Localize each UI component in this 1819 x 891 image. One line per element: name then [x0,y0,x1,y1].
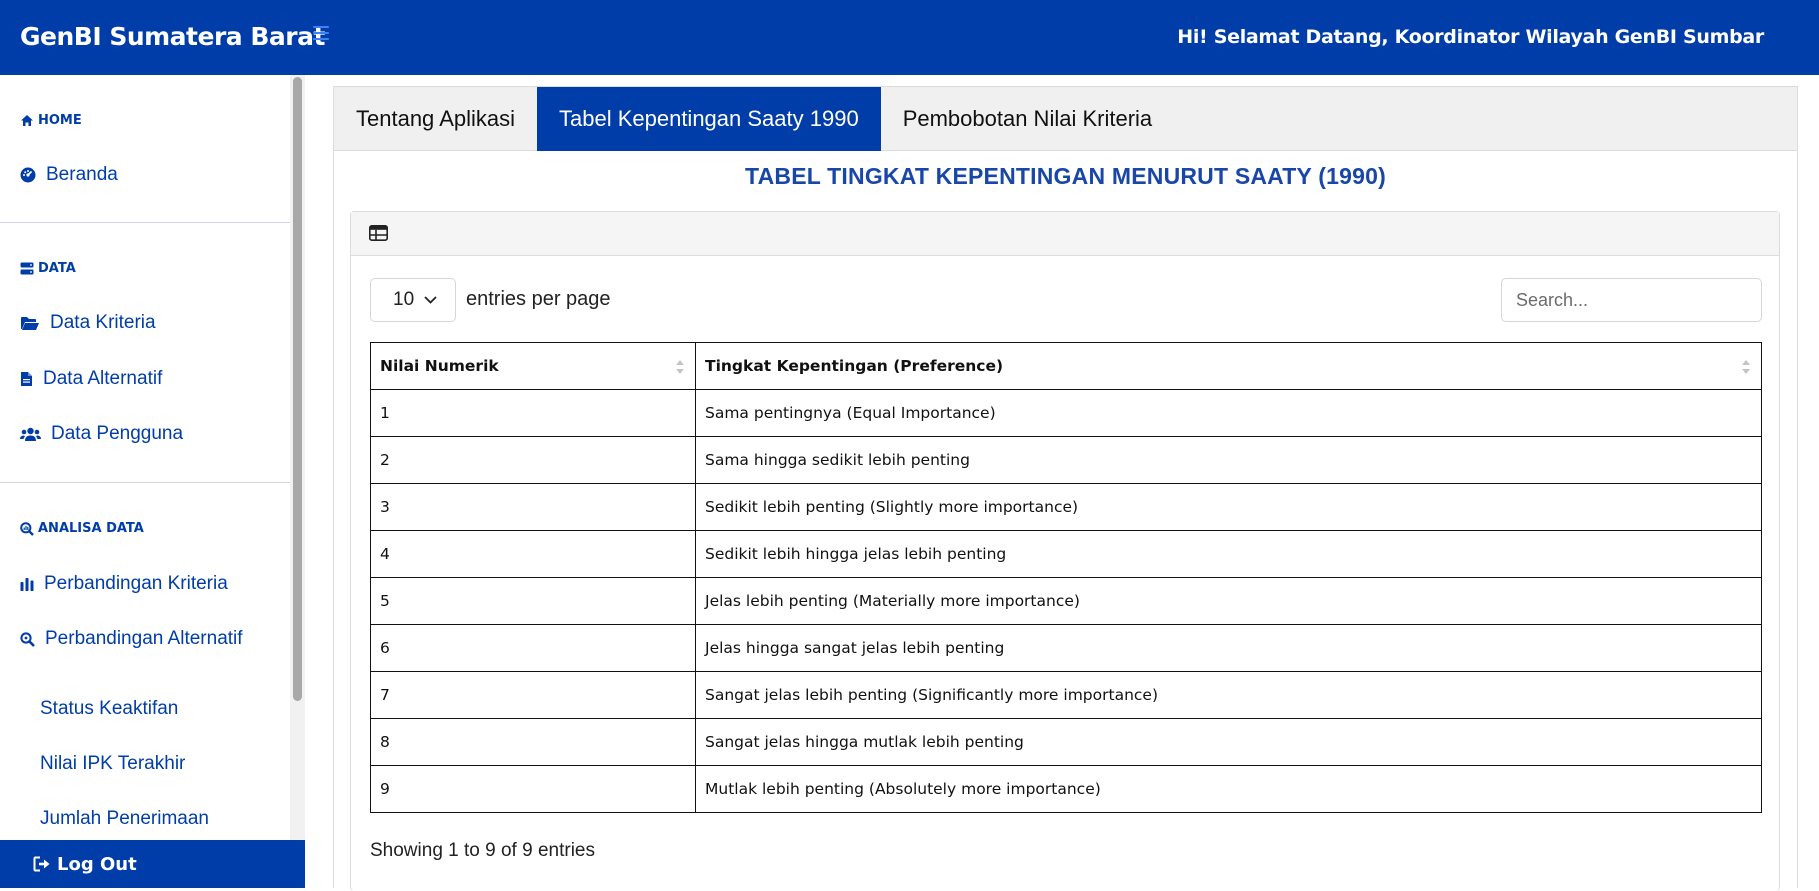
sign-out-icon [33,856,50,872]
entries-per-page-value: 10 [393,289,415,310]
sort-icon [1742,360,1750,374]
cell-preference: Jelas hingga sangat jelas lebih penting [695,624,1762,672]
brand-title[interactable]: GenBI Sumatera Barat [20,22,325,51]
table-card-header [351,212,1779,256]
sidebar-item-label: Perbandingan Kriteria [44,573,228,594]
tab-tabel-kepentingan[interactable]: Tabel Kepentingan Saaty 1990 [537,87,881,151]
cell-preference: Jelas lebih penting (Materially more imp… [695,577,1762,625]
hamburger-menu-icon[interactable] [313,26,329,44]
cell-preference: Mutlak lebih penting (Absolutely more im… [695,765,1762,813]
sidebar: HOME Beranda DATA Data Kriteria Data Alt… [0,75,305,888]
sidebar-item-data-kriteria[interactable]: Data Kriteria [20,312,156,334]
chevron-down-icon [424,296,437,304]
file-icon [21,372,32,386]
sidebar-item-data-pengguna[interactable]: Data Pengguna [20,423,183,445]
sidebar-item-perbandingan-alternatif[interactable]: Perbandingan Alternatif [20,628,243,650]
cell-preference: Sedikit lebih hingga jelas lebih penting [695,530,1762,578]
magnifier-icon [20,631,35,647]
section-analisa-heading: ANALISA DATA [20,521,144,536]
section-home-heading: HOME [20,113,82,128]
users-icon [20,427,41,441]
logout-button[interactable]: Log Out [0,840,305,888]
dashboard-gauge-icon [20,167,36,183]
column-header-label: Tingkat Kepentingan (Preference) [705,357,1004,375]
search-chart-icon [20,521,34,536]
sidebar-scrollbar-thumb[interactable] [293,77,302,701]
section-data-heading: DATA [20,261,76,276]
cell-preference: Sama pentingnya (Equal Importance) [695,389,1762,437]
sidebar-scrollbar[interactable] [290,75,305,888]
table-row: 1 Sama pentingnya (Equal Importance) [370,389,1762,437]
table-card: 10 entries per page Nilai Numerik Tingka… [350,211,1780,891]
table-header-row: Nilai Numerik Tingkat Kepentingan (Prefe… [370,342,1762,390]
server-icon [20,262,34,275]
cell-preference: Sangat jelas hingga mutlak lebih penting [695,718,1762,766]
main-content-card: Tentang Aplikasi Tabel Kepentingan Saaty… [333,86,1798,891]
page-title: TABEL TINGKAT KEPENTINGAN MENURUT SAATY … [745,163,1386,189]
section-data-label: DATA [38,261,76,276]
cell-nilai: 2 [370,436,696,484]
cell-nilai: 3 [370,483,696,531]
sort-icon [676,360,684,374]
section-analisa-label: ANALISA DATA [38,521,144,536]
table-info: Showing 1 to 9 of 9 entries [370,840,595,861]
cell-nilai: 6 [370,624,696,672]
entries-per-page-select[interactable]: 10 [370,278,456,322]
table-row: 4 Sedikit lebih hingga jelas lebih pentin… [370,530,1762,578]
sidebar-item-label: Data Alternatif [43,368,163,389]
cell-nilai: 4 [370,530,696,578]
tab-bar: Tentang Aplikasi Tabel Kepentingan Saaty… [334,87,1797,151]
bar-chart-icon [20,578,34,591]
sidebar-divider [0,482,290,483]
sidebar-item-label: Data Pengguna [51,423,184,444]
sidebar-subitem-nilai-ipk[interactable]: Nilai IPK Terakhir [40,753,185,775]
search-input[interactable] [1501,278,1762,322]
table-row: 8 Sangat jelas hingga mutlak lebih pentin… [370,718,1762,766]
table-row: 9 Mutlak lebih penting (Absolutely more i… [370,765,1762,813]
cell-nilai: 5 [370,577,696,625]
cell-nilai: 1 [370,389,696,437]
tab-tentang-aplikasi[interactable]: Tentang Aplikasi [334,87,537,151]
sidebar-item-label: Perbandingan Alternatif [45,628,243,649]
table-row: 6 Jelas hingga sangat jelas lebih penting [370,624,1762,672]
column-header-nilai-numerik[interactable]: Nilai Numerik [370,342,696,390]
cell-nilai: 8 [370,718,696,766]
cell-preference: Sama hingga sedikit lebih penting [695,436,1762,484]
column-header-tingkat-kepentingan[interactable]: Tingkat Kepentingan (Preference) [695,342,1762,390]
sidebar-nav: HOME Beranda DATA Data Kriteria Data Alt… [0,75,290,840]
sidebar-item-perbandingan-kriteria[interactable]: Perbandingan Kriteria [20,573,228,595]
home-icon [21,115,33,126]
table-icon [369,225,388,241]
table-row: 2 Sama hingga sedikit lebih penting [370,436,1762,484]
cell-preference: Sangat jelas lebih penting (Significantl… [695,671,1762,719]
entries-per-page-label: entries per page [466,288,611,310]
table-row: 3 Sedikit lebih penting (Slightly more im… [370,483,1762,531]
saaty-table: Nilai Numerik Tingkat Kepentingan (Prefe… [370,342,1762,813]
folder-open-icon [21,316,39,330]
tab-pembobotan[interactable]: Pembobotan Nilai Kriteria [881,87,1174,151]
cell-nilai: 9 [370,765,696,813]
sidebar-divider [0,222,290,223]
table-row: 5 Jelas lebih penting (Materially more im… [370,577,1762,625]
sidebar-item-label: Data Kriteria [50,312,156,333]
user-greeting: Hi! Selamat Datang, Koordinator Wilayah … [1177,26,1764,48]
cell-nilai: 7 [370,671,696,719]
top-navbar: GenBI Sumatera Barat Hi! Selamat Datang,… [0,0,1819,75]
table-row: 7 Sangat jelas lebih penting (Significant… [370,671,1762,719]
sidebar-item-data-alternatif[interactable]: Data Alternatif [20,368,162,390]
cell-preference: Sedikit lebih penting (Slightly more imp… [695,483,1762,531]
column-header-label: Nilai Numerik [380,357,499,375]
logout-label: Log Out [57,853,137,875]
sidebar-item-beranda[interactable]: Beranda [20,164,118,186]
sidebar-subitem-jumlah-penerimaan[interactable]: Jumlah Penerimaan [40,808,209,830]
section-home-label: HOME [38,113,82,128]
sidebar-subitem-status-keaktifan[interactable]: Status Keaktifan [40,698,178,720]
sidebar-item-label: Beranda [46,164,118,185]
